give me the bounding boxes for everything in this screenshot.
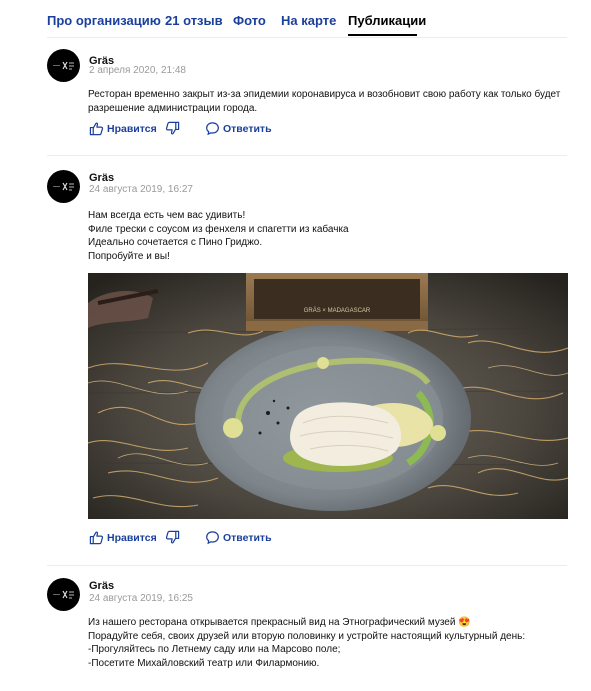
post-text: Нам всегда есть чем вас удивить! Филе тр… xyxy=(88,209,568,263)
post-text-line: Попробуйте и вы! xyxy=(88,250,170,262)
reply-label: Ответить xyxy=(223,122,272,135)
post-text-line: Ресторан временно закрыт из-за эпидемии … xyxy=(88,89,561,100)
post-text-line: Порадуйте себя, своих друзей или вторую … xyxy=(88,630,526,642)
tab-photos[interactable]: Фото xyxy=(233,13,266,28)
post-date: 24 августа 2019, 16:25 xyxy=(89,593,193,604)
gras-logo-icon xyxy=(53,61,74,70)
reply-button[interactable]: Ответить xyxy=(205,530,272,545)
tab-about[interactable]: Про организацию xyxy=(47,13,161,28)
dislike-button[interactable] xyxy=(165,530,180,545)
post-text-line: Идеально сочетается с Пино Гриджо. xyxy=(88,237,263,248)
post-text-line: Филе трески с соусом из фенхеля и спагет… xyxy=(88,223,349,235)
comment-icon xyxy=(206,122,219,136)
gras-logo-icon xyxy=(53,182,74,191)
active-tab-indicator xyxy=(348,34,417,36)
comment-icon xyxy=(206,531,219,545)
like-button[interactable]: Нравится xyxy=(89,530,157,545)
gras-logo-icon xyxy=(53,590,74,599)
reply-button[interactable]: Ответить xyxy=(205,121,272,136)
post-text-line: Нам всегда есть чем вас удивить! xyxy=(88,210,246,221)
post-divider xyxy=(47,155,567,156)
post-author[interactable]: Gräs xyxy=(89,580,114,592)
avatar[interactable] xyxy=(47,170,80,203)
like-button[interactable]: Нравится xyxy=(89,121,157,136)
thumbs-up-icon xyxy=(89,122,104,136)
thumbs-down-icon xyxy=(165,121,180,135)
post-date: 2 апреля 2020, 21:48 xyxy=(89,65,186,76)
post-date: 24 августа 2019, 16:27 xyxy=(89,184,193,195)
tab-reviews[interactable]: 21 отзыв xyxy=(165,13,223,28)
post-text: Ресторан временно закрыт из-за эпидемии … xyxy=(88,88,568,115)
thumbs-down-icon xyxy=(165,530,180,544)
post-text-line: разрешение администрации города. xyxy=(88,102,258,114)
post-author[interactable]: Gräs xyxy=(89,172,114,184)
tabs-divider xyxy=(47,37,567,38)
post-text-line: Из нашего ресторана открывается прекрасн… xyxy=(88,617,471,628)
avatar[interactable] xyxy=(47,49,80,82)
post-text: Из нашего ресторана открывается прекрасн… xyxy=(88,616,568,670)
box-label: GRÄS × MADAGASCAR xyxy=(304,307,371,314)
avatar[interactable] xyxy=(47,578,80,611)
like-label: Нравится xyxy=(107,531,157,544)
dish-photo-image: GRÄS × MADAGASCAR xyxy=(88,273,568,519)
post-text-line: -Прогуляйтесь по Летнему саду или на Мар… xyxy=(88,644,341,655)
like-label: Нравится xyxy=(107,122,157,135)
post-text-line: -Посетите Михайловский театр или Филармо… xyxy=(88,657,320,669)
tab-publications[interactable]: Публикации xyxy=(348,13,426,28)
reply-label: Ответить xyxy=(223,531,272,544)
post-divider xyxy=(47,565,567,566)
dislike-button[interactable] xyxy=(165,121,180,136)
post-photo[interactable]: GRÄS × MADAGASCAR xyxy=(88,273,568,519)
thumbs-up-icon xyxy=(89,531,104,545)
tab-map[interactable]: На карте xyxy=(281,13,336,28)
